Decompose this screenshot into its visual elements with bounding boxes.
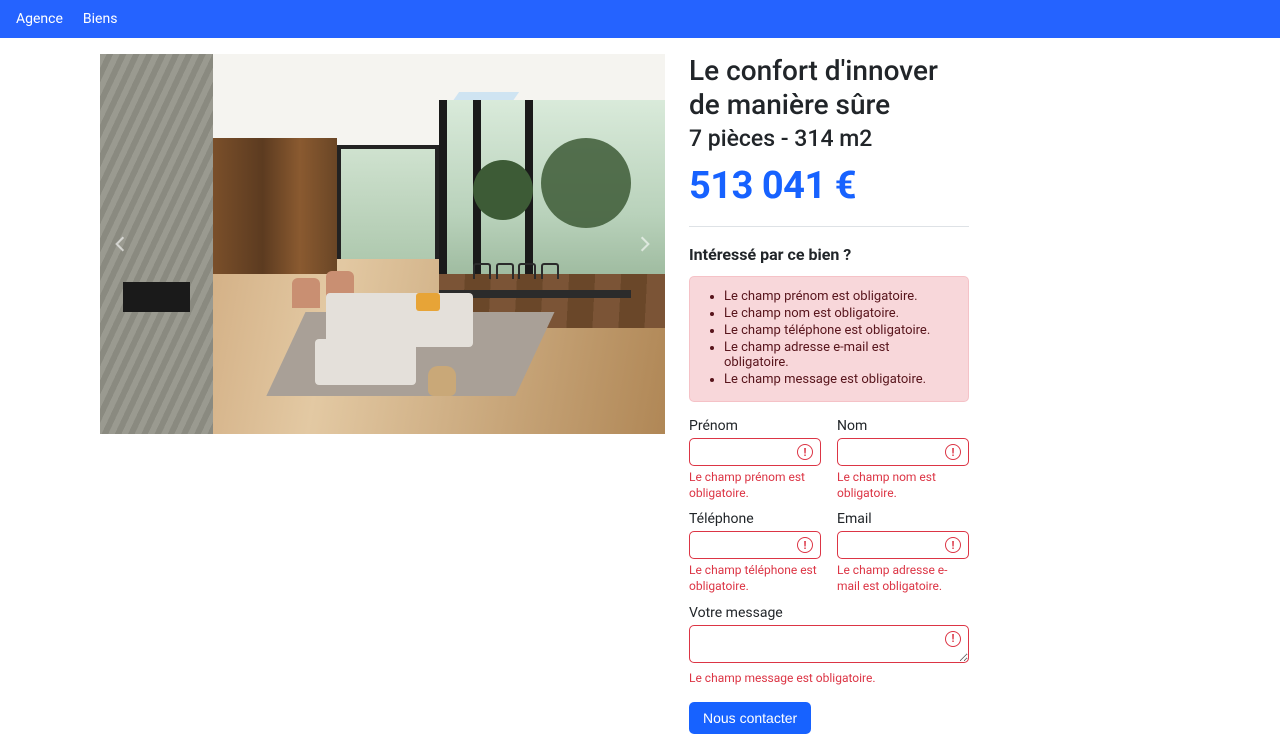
email-error: Le champ adresse e-mail est obligatoire. [837,563,969,594]
submit-button[interactable]: Nous contacter [689,702,811,734]
message-label: Votre message [689,605,969,621]
firstname-error: Le champ prénom est obligatoire. [689,470,821,501]
message-textarea[interactable] [689,625,969,663]
contact-form-heading: Intéressé par ce bien ? [689,245,969,264]
property-carousel [100,54,665,434]
lastname-error: Le champ nom est obligatoire. [837,470,969,501]
brand-link[interactable]: Agence [16,11,63,27]
error-item: Le champ adresse e-mail est obligatoire. [724,340,954,370]
listing-price: 513 041 € [689,164,969,208]
phone-error: Le champ téléphone est obligatoire. [689,563,821,594]
nav-link-biens[interactable]: Biens [83,11,118,27]
firstname-label: Prénom [689,418,821,434]
error-icon: ! [797,444,813,460]
email-label: Email [837,511,969,527]
chevron-left-icon [111,235,129,253]
error-alert: Le champ prénom est obligatoire. Le cham… [689,276,969,402]
carousel-prev-button[interactable] [108,232,132,256]
error-item: Le champ prénom est obligatoire. [724,289,954,304]
error-icon: ! [797,537,813,553]
error-item: Le champ message est obligatoire. [724,372,954,387]
listing-title: Le confort d'innover de manière sûre [689,54,969,121]
message-error: Le champ message est obligatoire. [689,671,969,687]
lastname-label: Nom [837,418,969,434]
divider [689,226,969,227]
navbar: Agence Biens [0,0,1280,38]
error-icon: ! [945,537,961,553]
carousel-next-button[interactable] [633,232,657,256]
chevron-right-icon [636,235,654,253]
listing-subtitle: 7 pièces - 314 m2 [689,125,969,152]
error-icon: ! [945,631,961,647]
error-icon: ! [945,444,961,460]
error-item: Le champ téléphone est obligatoire. [724,323,954,338]
error-item: Le champ nom est obligatoire. [724,306,954,321]
phone-label: Téléphone [689,511,821,527]
